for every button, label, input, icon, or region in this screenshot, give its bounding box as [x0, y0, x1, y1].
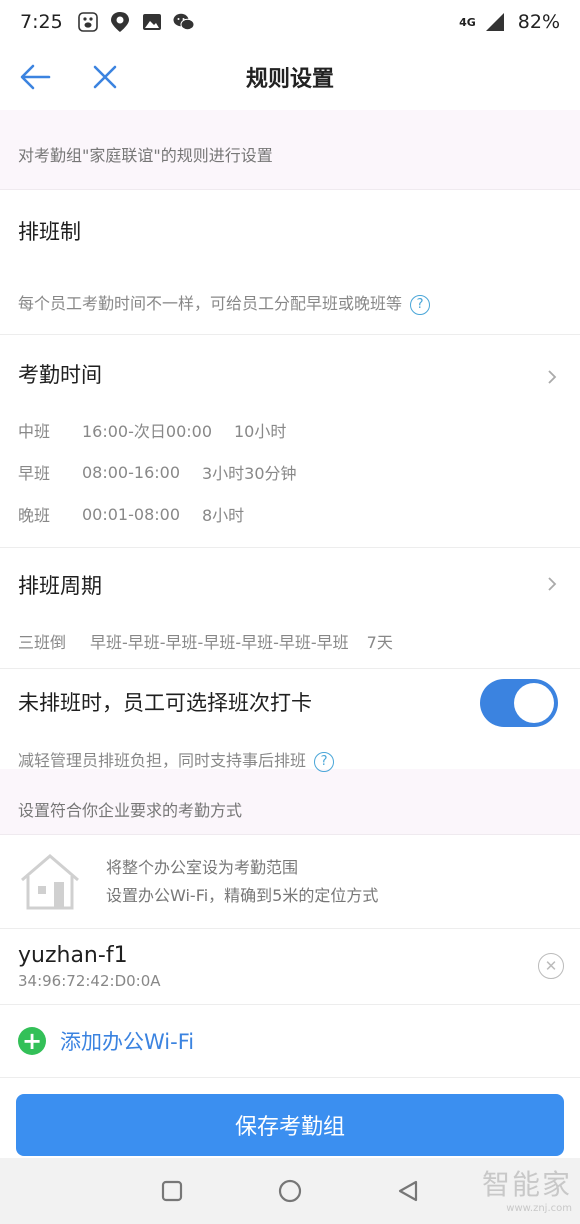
shift-duration: 8小时 — [202, 506, 245, 525]
shift-duration: 3小时30分钟 — [202, 464, 297, 483]
baidu-map-icon — [109, 11, 131, 33]
toggle-knob — [514, 683, 554, 723]
watermark-sub: www.znj.com — [506, 1203, 572, 1214]
cycle-days: 7天 — [366, 633, 393, 652]
wifi-item[interactable]: yuzhan-f1 34:96:72:42:D0:0A ✕ — [0, 929, 580, 1005]
watermark-main: 智能家 — [481, 1168, 572, 1201]
cycle-name: 三班倒 — [18, 633, 67, 652]
cycle-row: 三班倒 早班-早班-早班-早班-早班-早班-早班 7天 — [18, 620, 562, 662]
shift-time: 08:00-16:00 — [82, 462, 180, 482]
schedule-cycle-title: 排班周期 — [18, 574, 102, 598]
schedule-type-description: 每个员工考勤时间不一样，可给员工分配早班或晚班等? — [18, 290, 562, 315]
save-button[interactable]: 保存考勤组 — [16, 1094, 564, 1156]
wifi-ssid: yuzhan-f1 — [18, 943, 128, 968]
attendance-time-section[interactable]: 考勤时间 中班 16:00-次日00:00 10小时 早班 08:00-16:0… — [0, 335, 580, 547]
plus-icon: + — [18, 1027, 46, 1055]
battery-level: 82% — [517, 11, 560, 33]
shift-name: 中班 — [18, 422, 51, 441]
help-icon[interactable]: ? — [314, 751, 335, 772]
shift-name: 早班 — [18, 464, 51, 483]
system-nav-bar: 智能家 www.znj.com — [0, 1158, 580, 1224]
back-triangle-icon[interactable] — [394, 1177, 422, 1205]
status-bar: 7:25 4G 82% — [0, 0, 580, 44]
network-type: 4G — [459, 15, 476, 29]
schedule-type-section[interactable]: 排班制 每个员工考勤时间不一样，可给员工分配早班或晚班等? — [0, 190, 580, 334]
home-icon[interactable] — [276, 1177, 304, 1205]
shift-name: 晚班 — [18, 506, 51, 525]
back-arrow-icon[interactable] — [18, 60, 52, 94]
baidu-paw-icon — [77, 11, 99, 33]
self-select-desc-text: 减轻管理员排班负担，同时支持事后排班 — [18, 751, 307, 770]
divider — [0, 1077, 580, 1078]
self-select-toggle[interactable] — [480, 679, 558, 727]
wifi-mac: 34:96:72:42:D0:0A — [18, 972, 161, 990]
title-bar: 规则设置 — [0, 44, 580, 110]
remove-wifi-icon[interactable]: ✕ — [538, 953, 564, 979]
self-select-description: 减轻管理员排班负担，同时支持事后排班? — [18, 747, 562, 772]
watermark: 智能家 www.znj.com — [482, 1163, 572, 1214]
schedule-cycle-section[interactable]: 排班周期 三班倒 早班-早班-早班-早班-早班-早班-早班 7天 — [0, 548, 580, 668]
page-title: 规则设置 — [245, 67, 334, 92]
method-description: 设置符合你企业要求的考勤方式 — [0, 783, 580, 835]
add-wifi-button[interactable]: + 添加办公Wi-Fi — [0, 1005, 580, 1077]
shift-time: 16:00-次日00:00 — [82, 422, 212, 441]
wifi-intro-line1: 将整个办公室设为考勤范围 — [106, 857, 299, 877]
chevron-right-icon — [544, 369, 560, 385]
self-select-section: 未排班时，员工可选择班次打卡 减轻管理员排班负担，同时支持事后排班? — [0, 669, 580, 772]
chevron-right-icon — [544, 576, 560, 592]
house-icon — [18, 852, 82, 912]
cycle-pattern: 早班-早班-早班-早班-早班-早班-早班 — [90, 633, 349, 652]
shift-time: 00:01-08:00 — [82, 504, 180, 524]
wechat-icon — [173, 11, 195, 33]
schedule-type-desc-text: 每个员工考勤时间不一样，可给员工分配早班或晚班等 — [18, 294, 403, 313]
rule-description: 对考勤组"家庭联谊"的规则进行设置 — [0, 118, 580, 190]
shift-row: 早班 08:00-16:00 3小时30分钟 — [18, 451, 562, 493]
schedule-type-title: 排班制 — [18, 220, 81, 244]
wifi-intro-line2: 设置办公Wi-Fi，精确到5米的定位方式 — [106, 885, 379, 905]
signal-icon — [484, 11, 506, 33]
save-area: 保存考勤组 — [0, 1094, 580, 1156]
help-icon[interactable]: ? — [410, 294, 431, 315]
add-wifi-label: 添加办公Wi-Fi — [60, 1030, 195, 1054]
gallery-icon — [141, 11, 163, 33]
wifi-intro: 将整个办公室设为考勤范围 设置办公Wi-Fi，精确到5米的定位方式 — [0, 835, 580, 929]
spacer — [0, 110, 580, 118]
attendance-time-title: 考勤时间 — [18, 363, 102, 387]
shift-row: 中班 16:00-次日00:00 10小时 — [18, 409, 562, 451]
shift-row: 晚班 00:01-08:00 8小时 — [18, 493, 562, 535]
recent-apps-icon[interactable] — [158, 1177, 186, 1205]
status-time: 7:25 — [20, 11, 63, 33]
shift-duration: 10小时 — [234, 422, 287, 441]
close-icon[interactable] — [88, 60, 122, 94]
